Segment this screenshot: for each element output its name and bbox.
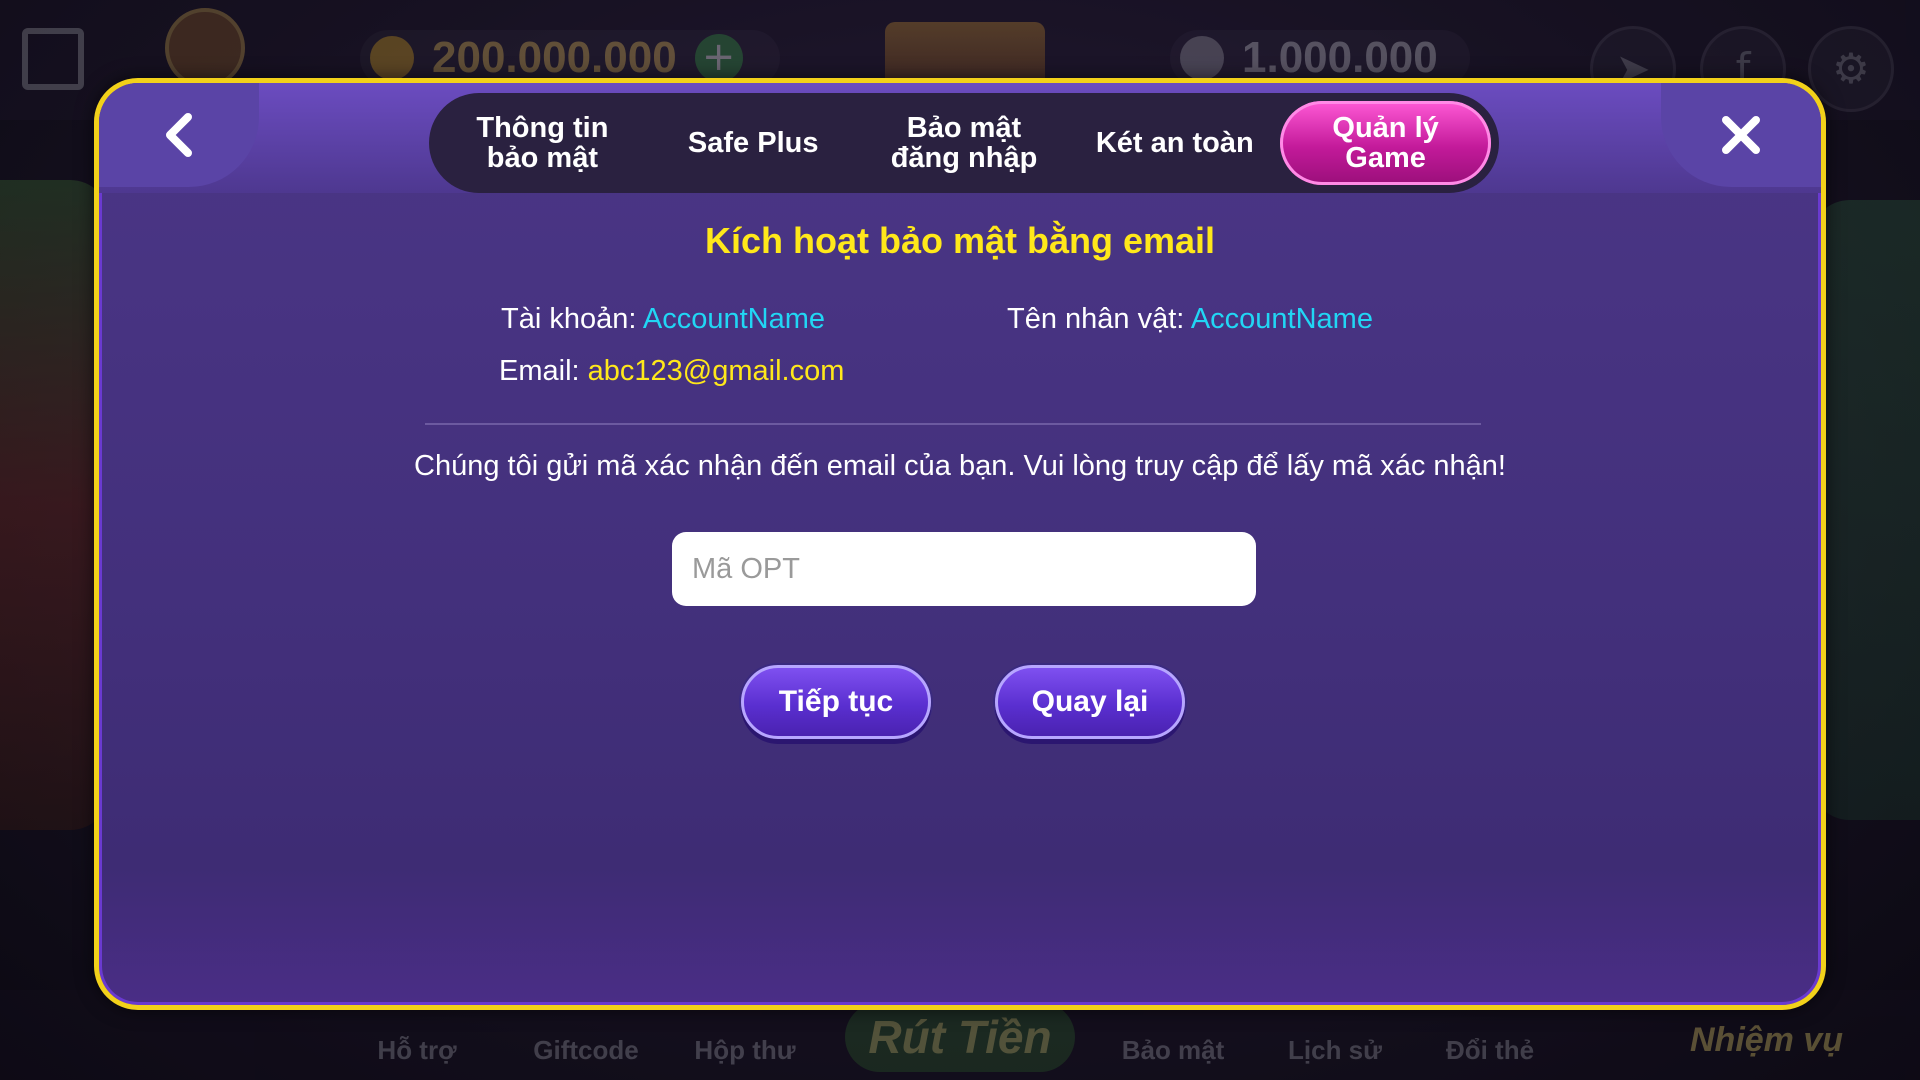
tab-safe-plus[interactable]: Safe Plus: [648, 101, 859, 185]
email-label: Email:: [499, 355, 588, 387]
missions-button[interactable]: Nhiệm vụ: [1690, 1021, 1843, 1060]
close-icon: [1720, 114, 1762, 156]
gold-coin-icon: [370, 36, 414, 80]
nav-mailbox[interactable]: Hộp thư: [694, 1035, 795, 1066]
tab-bar: Thông tin bảo mật Safe Plus Bảo mật đăng…: [429, 93, 1499, 193]
nav-security[interactable]: Bảo mật: [1122, 1035, 1225, 1066]
avatar[interactable]: [165, 8, 245, 88]
account-value: AccountName: [642, 303, 826, 335]
character-label: Tên nhân vật:: [1007, 303, 1191, 335]
silver-coin-icon: [1180, 36, 1224, 80]
verification-notice: Chúng tôi gửi mã xác nhận đến email của …: [414, 450, 1506, 482]
tab-security-info[interactable]: Thông tin bảo mật: [437, 101, 648, 185]
nav-history[interactable]: Lịch sử: [1288, 1035, 1382, 1066]
security-modal: Thông tin bảo mật Safe Plus Bảo mật đăng…: [94, 78, 1826, 1010]
chevron-left-icon: [162, 113, 196, 157]
account-info: Tài khoản: AccountName: [501, 303, 825, 336]
nav-support[interactable]: Hỗ trợ: [377, 1035, 456, 1066]
email-info: Email: abc123@gmail.com: [499, 355, 844, 388]
tab-safe-box[interactable]: Két an toàn: [1069, 101, 1280, 185]
go-back-button[interactable]: Quay lại: [995, 665, 1185, 739]
nav-giftcode[interactable]: Giftcode: [533, 1035, 638, 1066]
account-label: Tài khoản:: [501, 303, 643, 335]
withdraw-button[interactable]: Rút Tiền: [845, 1002, 1075, 1072]
silver-balance-value: 1.000.000: [1242, 33, 1438, 82]
nav-card-exchange[interactable]: Đổi thẻ: [1446, 1035, 1534, 1066]
otp-code-input[interactable]: [672, 532, 1256, 606]
exit-icon[interactable]: [22, 28, 84, 90]
gold-balance-value: 200.000.000: [432, 33, 677, 82]
right-event-banner: [1810, 200, 1920, 820]
tab-game-management[interactable]: Quản lý Game: [1280, 101, 1491, 185]
castle-logo-icon: [885, 22, 1045, 82]
tab-login-security[interactable]: Bảo mật đăng nhập: [859, 101, 1070, 185]
character-value: AccountName: [1190, 303, 1373, 335]
email-value: abc123@gmail.com: [587, 355, 845, 387]
page-title: Kích hoạt bảo mật bằng email: [704, 220, 1216, 261]
continue-button[interactable]: Tiếp tục: [741, 665, 931, 739]
divider: [425, 423, 1481, 425]
character-info: Tên nhân vật: AccountName: [1007, 303, 1373, 336]
add-gold-button[interactable]: +: [694, 34, 743, 82]
